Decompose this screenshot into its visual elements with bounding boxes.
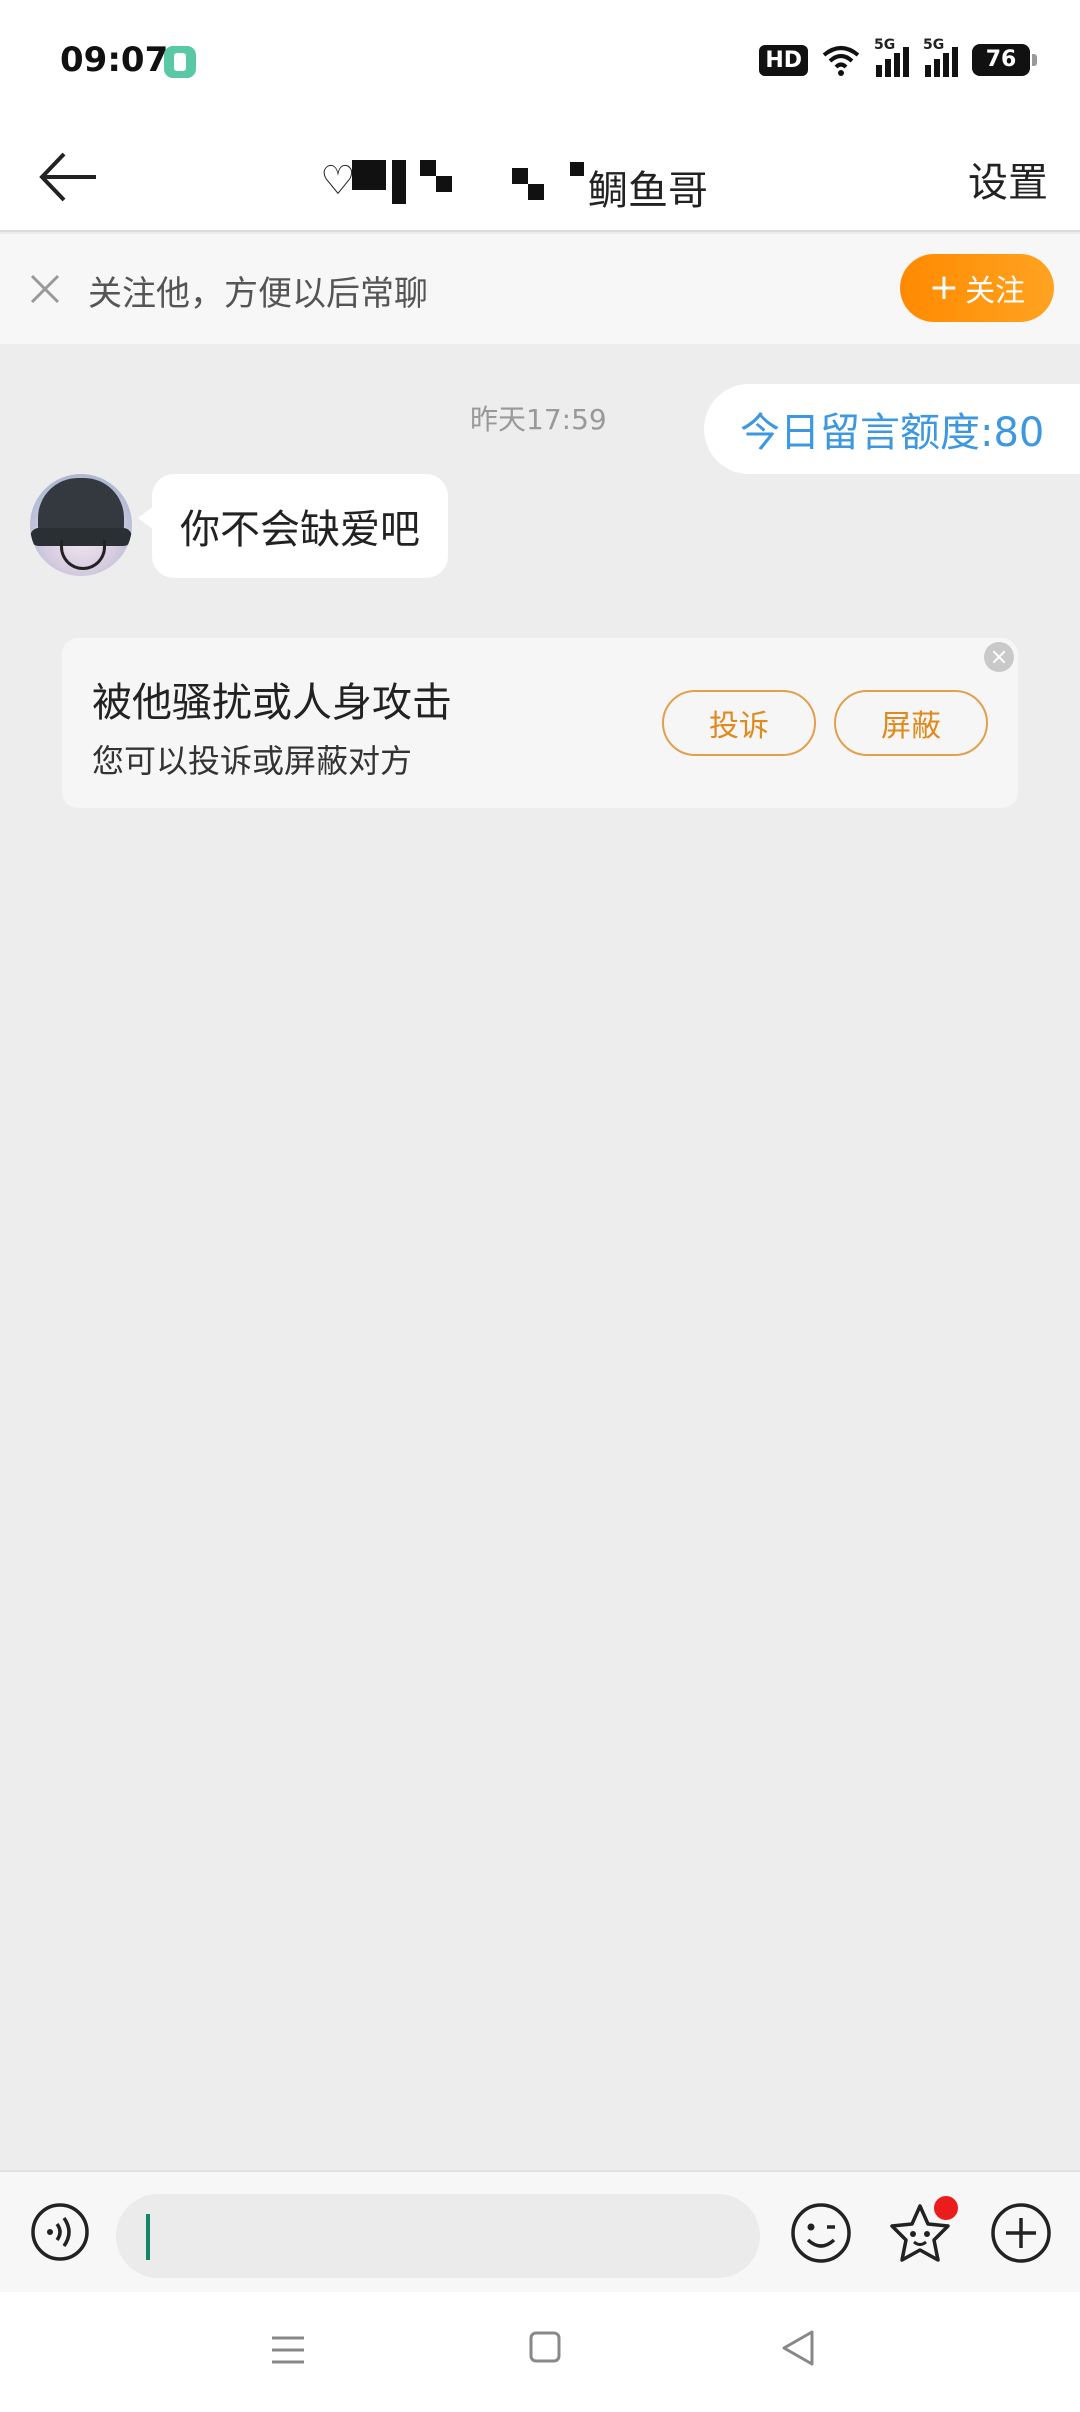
status-icons: HD 5G 5G 76 — [759, 37, 1037, 80]
settings-button[interactable]: 设置 — [968, 150, 1048, 208]
status-bar: 09:07 HD 5G 5G 76 — [0, 0, 1080, 122]
home-icon[interactable] — [528, 2330, 562, 2364]
signal-icon-2: 5G — [923, 37, 958, 77]
hd-icon: HD — [759, 44, 808, 76]
text-caret — [146, 2214, 150, 2260]
menu-icon[interactable] — [270, 2332, 306, 2368]
chat-header: ♡ 鲷鱼哥 设置 — [0, 122, 1080, 232]
quota-badge: 今日留言额度:80 — [704, 384, 1080, 474]
voice-icon[interactable] — [30, 2202, 90, 2262]
back-triangle-icon[interactable] — [780, 2328, 816, 2368]
avatar[interactable] — [30, 474, 132, 576]
back-arrow-icon[interactable] — [30, 142, 110, 212]
message-input[interactable] — [116, 2194, 760, 2278]
wifi-icon — [822, 46, 860, 76]
emoji-icon[interactable] — [790, 2202, 852, 2264]
harassment-report-card: 被他骚扰或人身攻击 您可以投诉或屏蔽对方 投诉 屏蔽 — [62, 638, 1018, 808]
report-card-subtitle: 您可以投诉或屏蔽对方 — [92, 742, 413, 780]
status-time: 09:07 — [60, 40, 169, 80]
system-nav-bar — [0, 2292, 1080, 2412]
incoming-message-bubble[interactable]: 你不会缺爱吧 — [138, 474, 448, 578]
plus-circle-icon[interactable] — [990, 2202, 1052, 2264]
report-card-title: 被他骚扰或人身攻击 — [92, 680, 452, 726]
close-circle-icon[interactable] — [984, 642, 1014, 672]
message-timestamp: 昨天17:59 — [470, 403, 607, 436]
close-icon[interactable] — [26, 270, 64, 308]
message-input-bar — [0, 2170, 1080, 2292]
report-button[interactable]: 投诉 — [662, 690, 816, 756]
battery-icon: 76 — [972, 44, 1037, 76]
green-app-icon — [164, 46, 196, 78]
follow-prompt-bar: 关注他，方便以后常聊 + 关注 — [0, 234, 1080, 344]
title-visible-text: 鲷鱼哥 — [588, 168, 708, 214]
notification-dot — [934, 2196, 958, 2220]
follow-button[interactable]: + 关注 — [900, 254, 1054, 322]
follow-prompt-text: 关注他，方便以后常聊 — [88, 274, 428, 314]
follow-button-label: 关注 — [965, 274, 1026, 309]
plus-icon: + — [928, 267, 960, 308]
block-button[interactable]: 屏蔽 — [834, 690, 988, 756]
signal-icon-1: 5G — [874, 37, 909, 77]
page-title: ♡ 鲷鱼哥 — [320, 158, 708, 214]
